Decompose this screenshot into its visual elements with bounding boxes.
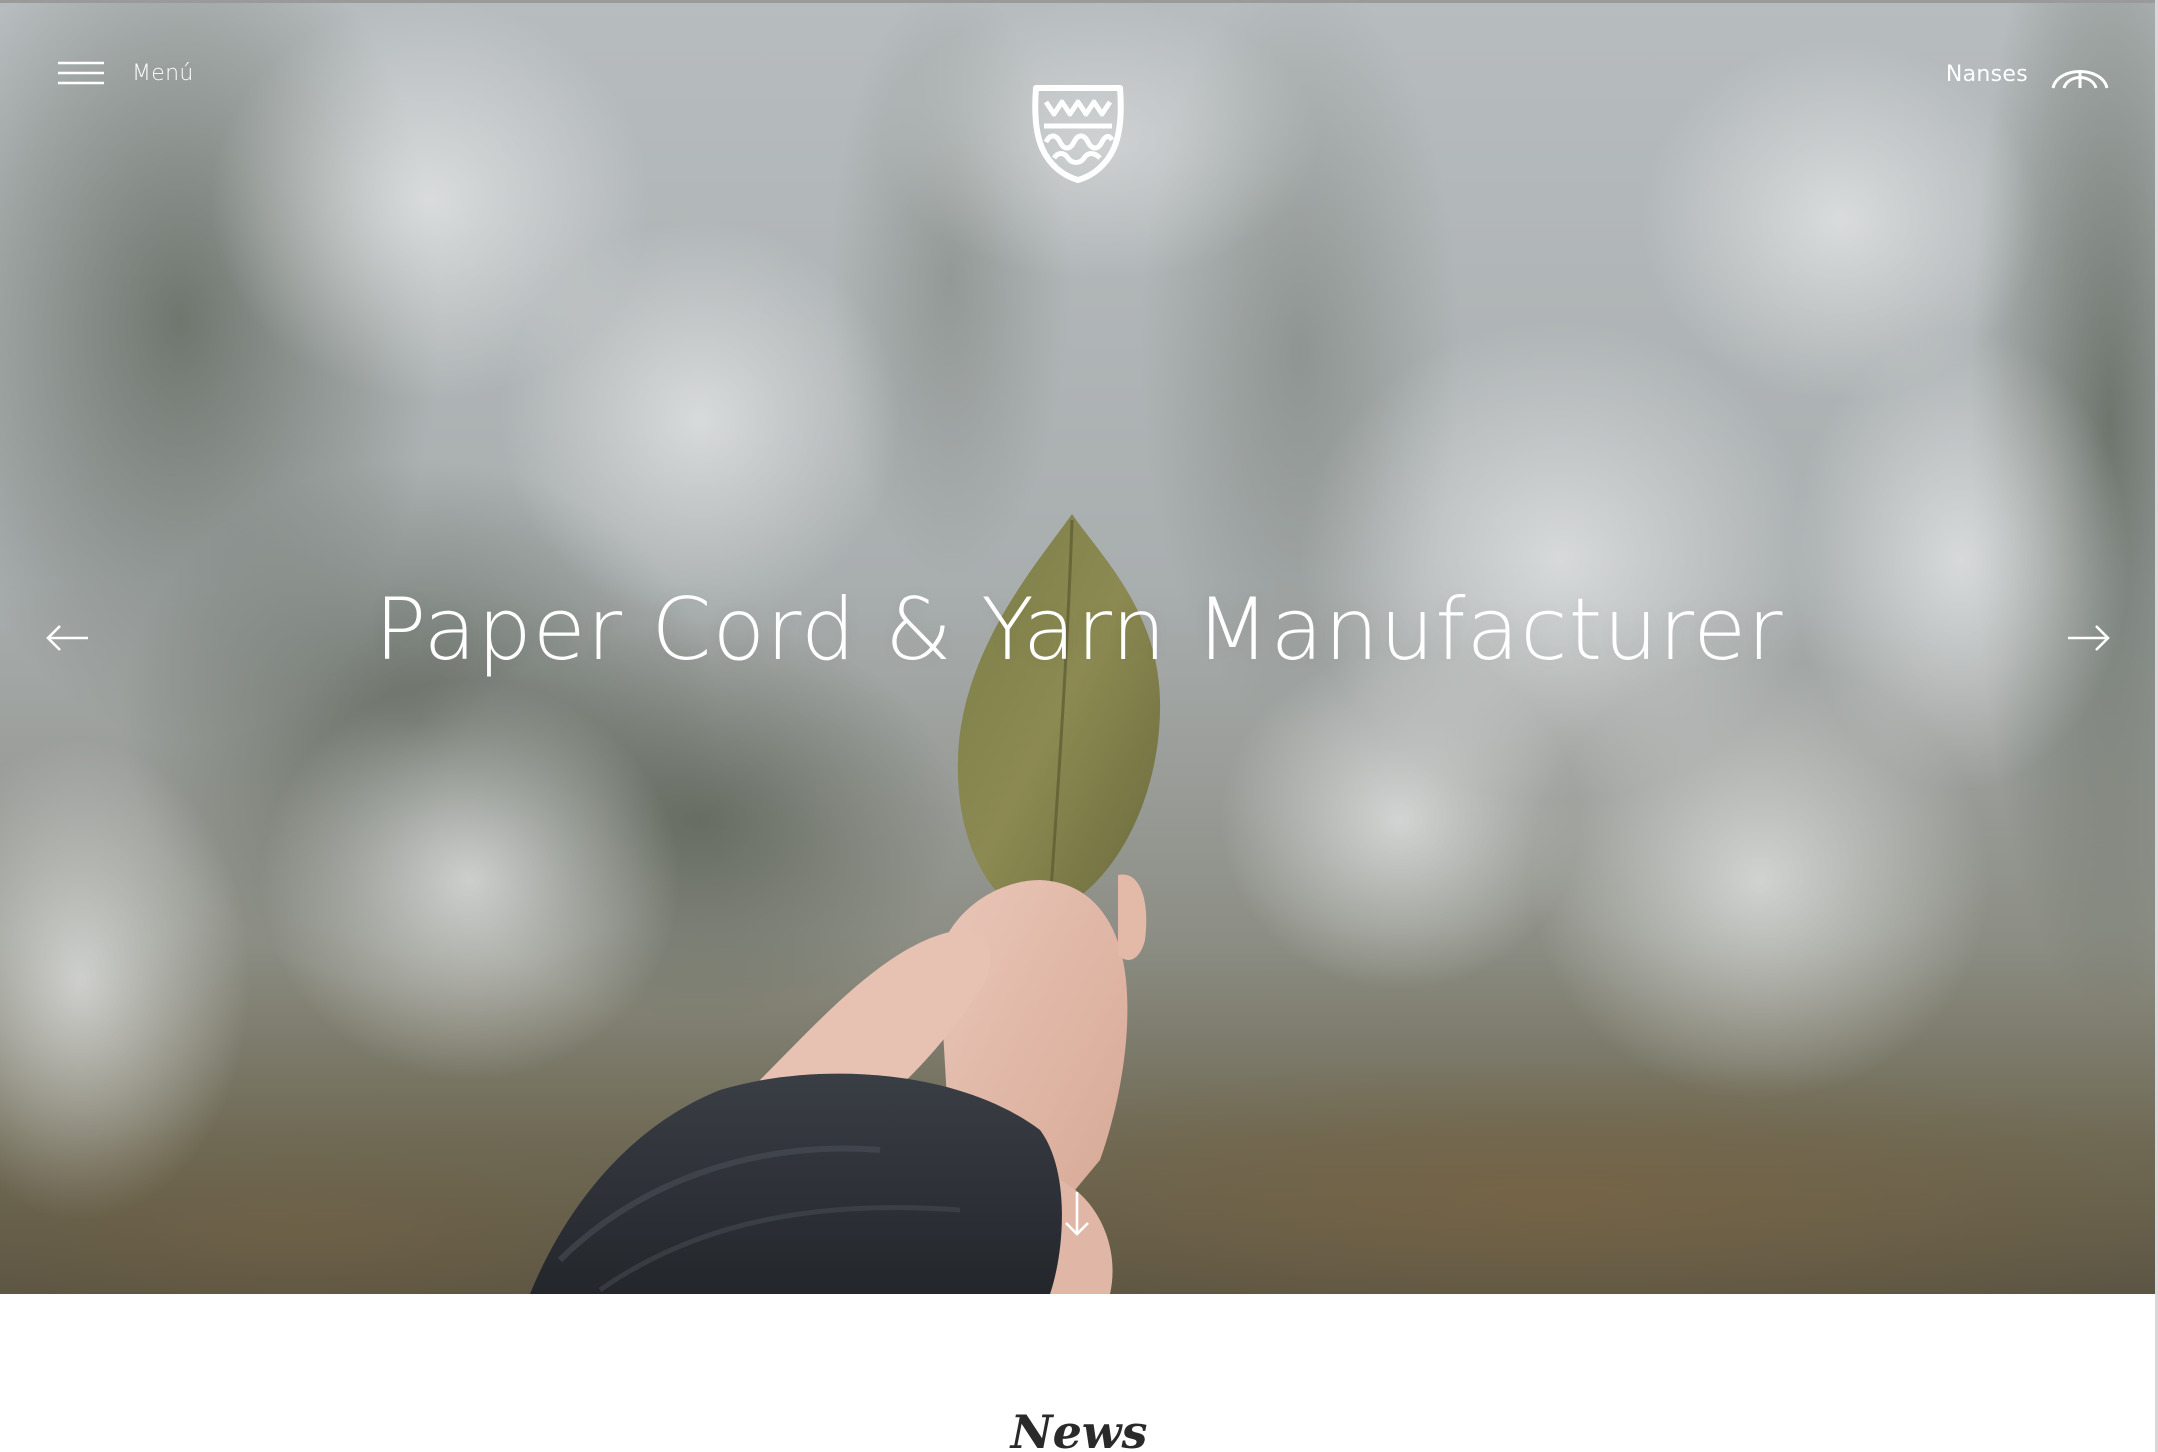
arrow-right-icon (2068, 625, 2110, 651)
hero-slider: Menú Nanses Paper Cord & Yarn Manufactur… (0, 0, 2158, 1294)
hero-title: Paper Cord & Yarn Manufacturer (374, 580, 1784, 680)
next-slide-button[interactable] (2064, 620, 2112, 656)
top-border (0, 0, 2158, 3)
arrow-down-icon (1065, 1192, 1089, 1236)
menu-button[interactable]: Menú (58, 56, 194, 90)
news-heading: News (1010, 1405, 1148, 1452)
crest-logo[interactable] (1030, 84, 1126, 184)
page: Menú Nanses Paper Cord & Yarn Manufactur… (0, 0, 2158, 1452)
account-label: Nanses (1945, 61, 2028, 87)
hero-overlay: Menú Nanses Paper Cord & Yarn Manufactur… (0, 0, 2158, 1294)
arch-icon (2051, 70, 2109, 89)
menu-label: Menú (132, 60, 194, 86)
account-link[interactable]: Nanses (1946, 54, 2110, 94)
news-section: News (0, 1294, 2158, 1452)
hamburger-icon (58, 61, 104, 85)
scroll-down-button[interactable] (1061, 1190, 1093, 1238)
